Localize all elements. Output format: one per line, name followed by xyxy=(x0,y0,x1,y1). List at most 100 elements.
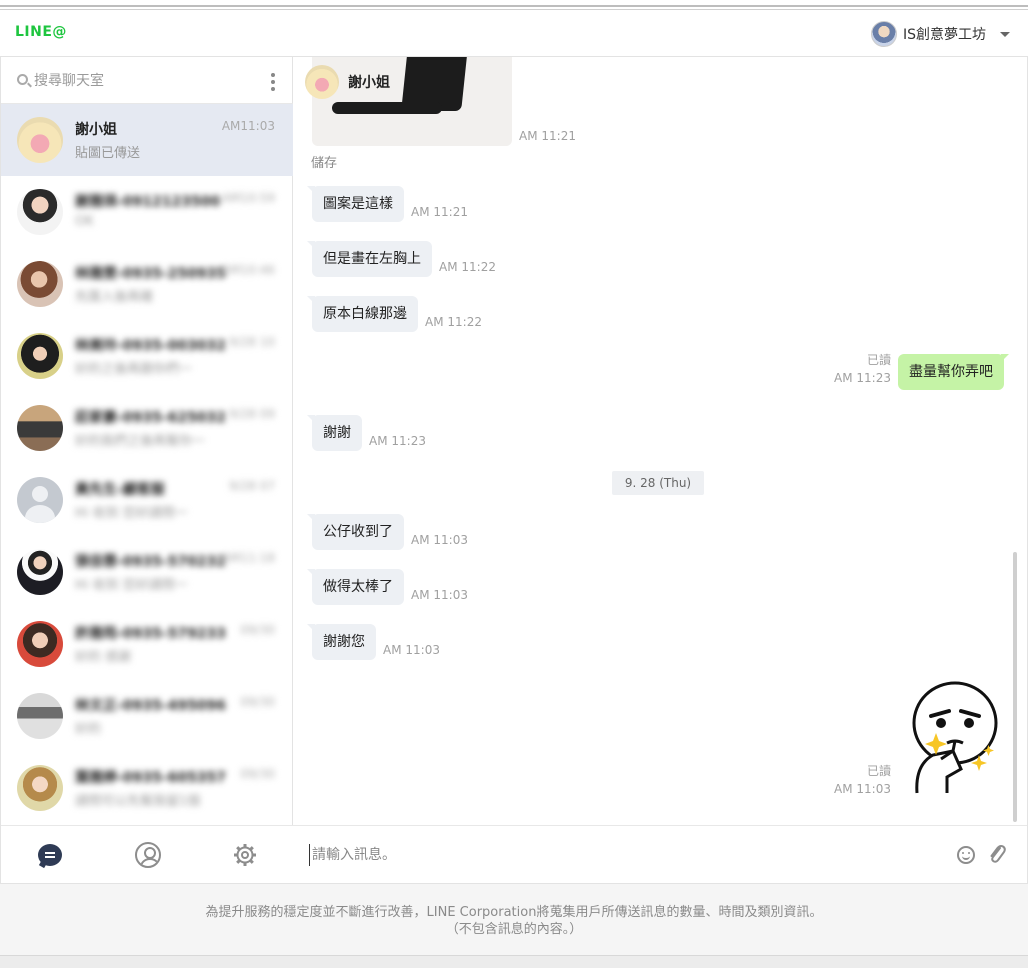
message-bubble[interactable]: 但是畫在左胸上 xyxy=(312,241,432,277)
chat-name: 林美玲-0935-003032 xyxy=(75,338,227,354)
chat-name: 謝雅琪-0912123500 xyxy=(75,194,221,210)
chat-list-item[interactable]: 莊家豪-0935-625032 好的我們之後再幫你一 9/28 09 xyxy=(1,392,293,464)
avatar xyxy=(17,189,63,235)
chat-time: 09/30 xyxy=(240,767,275,781)
chat-time: 09/30 xyxy=(240,623,275,637)
chat-list-item[interactable]: 葉雅婷-0935-605357 請問可以先幫我留1個 09/30 xyxy=(1,752,293,824)
line-at-window: LINE@ IS創意夢工坊 謝小姐 貼圖已傳送 AM11:03 謝雅琪-0912… xyxy=(0,0,1028,968)
message-bubble[interactable]: 原本白線那邊 xyxy=(312,296,418,332)
chevron-down-icon[interactable] xyxy=(1000,31,1010,37)
message-bubble[interactable]: 圖案是這樣 xyxy=(312,186,404,222)
message-time: AM 11:03 xyxy=(834,782,891,796)
avatar xyxy=(17,261,63,307)
avatar xyxy=(17,621,63,667)
read-label: 已讀 xyxy=(866,353,891,367)
avatar xyxy=(17,765,63,811)
message-time: AM 11:22 xyxy=(425,315,482,329)
my-message-bubble[interactable]: 盡量幫你弄吧 xyxy=(898,354,1009,390)
app-header: LINE@ IS創意夢工坊 xyxy=(0,10,1028,57)
emoji-icon[interactable] xyxy=(957,846,975,864)
chat-time: AM11:18 xyxy=(221,551,275,565)
chat-name: 黃先生-顧客服 xyxy=(75,482,165,498)
chat-list-item[interactable]: 林雅雯-0935-250935 先匯入後再確 AM10:46 xyxy=(1,248,293,320)
chat-preview: 好的之後再跟你們一 xyxy=(75,362,193,377)
chat-nav-icon[interactable] xyxy=(38,844,62,866)
conversation-title: 謝小姐 xyxy=(348,75,390,91)
conversation-header: 謝小姐 xyxy=(305,65,390,99)
save-link[interactable]: 儲存 xyxy=(311,152,337,171)
account-name: IS創意夢工坊 xyxy=(902,27,986,43)
message-time: AM 11:03 xyxy=(411,533,468,547)
message-time: AM 11:23 xyxy=(834,371,891,385)
chat-preview: 貼圖已傳送 xyxy=(75,146,141,161)
message-bubble[interactable]: 謝謝您 xyxy=(312,624,376,660)
window-bottom-border xyxy=(0,955,1028,968)
chat-name: 許雅筠-0935-579233 xyxy=(75,626,227,642)
message-time: AM 11:03 xyxy=(411,588,468,602)
read-label: 已讀 xyxy=(866,764,891,778)
chat-list-item[interactable]: 林文正-0935-495096 好的 09/30 xyxy=(1,680,293,752)
message-time: AM 11:21 xyxy=(411,205,468,219)
message-area: 謝小姐 AM 11:21 儲存 圖案是這樣 AM 11:21 但是畫在左胸上 A… xyxy=(293,57,1027,825)
message-bubble[interactable]: 謝謝 xyxy=(312,415,362,451)
chat-preview: Hi 收到 您好請問一 xyxy=(75,506,188,521)
chat-name: 謝小姐 xyxy=(75,122,117,138)
chat-preview: 好的 xyxy=(75,722,102,737)
message-time: AM 11:23 xyxy=(369,434,426,448)
default-avatar-icon xyxy=(17,477,63,523)
privacy-notice: 為提升服務的穩定度並不斷進行改善，LINE Corporation將蒐集用戶所傳… xyxy=(0,883,1028,955)
chat-list-item[interactable]: 張佳蓉-0935-570232 Hi 收到 您好請問一 AM11:18 xyxy=(1,536,293,608)
message-input-bar xyxy=(293,825,1027,883)
avatar xyxy=(17,405,63,451)
chat-preview: 請問可以先幫我留1個 xyxy=(75,794,201,809)
friends-nav-icon[interactable] xyxy=(135,842,161,868)
message-scrollbar[interactable] xyxy=(1013,552,1017,822)
account-menu[interactable]: IS創意夢工坊 xyxy=(870,21,1010,47)
chat-search-bar xyxy=(1,57,293,104)
conversation-panel: 謝小姐 AM 11:21 儲存 圖案是這樣 AM 11:21 但是畫在左胸上 A… xyxy=(293,57,1028,883)
sidebar-nav xyxy=(1,825,293,883)
line-logo: LINE@ xyxy=(15,24,67,40)
chat-preview: 先匯入後再確 xyxy=(75,290,154,305)
message-time: AM 11:22 xyxy=(439,260,496,274)
message-time: AM 11:03 xyxy=(383,643,440,657)
avatar xyxy=(17,693,63,739)
message-bubble[interactable]: 做得太棒了 xyxy=(312,569,404,605)
privacy-notice-line: （不包含訊息的內容。） xyxy=(445,922,583,937)
chat-preview: 好的我們之後再幫你一 xyxy=(75,434,206,449)
avatar xyxy=(305,65,339,99)
paperclip-icon[interactable] xyxy=(987,843,1007,865)
read-receipt: 已讀 AM 11:03 xyxy=(813,762,891,798)
window-top-border xyxy=(0,0,1028,10)
account-avatar xyxy=(870,21,897,47)
gear-icon[interactable] xyxy=(233,843,257,867)
chat-sidebar: 謝小姐 貼圖已傳送 AM11:03 謝雅琪-0912123500 OK AM10… xyxy=(0,57,293,883)
privacy-notice-line: 為提升服務的穩定度並不斷進行改善，LINE Corporation將蒐集用戶所傳… xyxy=(205,905,823,920)
sticker-message[interactable] xyxy=(903,681,1003,799)
message-bubble[interactable]: 公仔收到了 xyxy=(312,514,404,550)
chat-time: 9/28 07 xyxy=(228,479,275,493)
search-icon xyxy=(17,74,28,85)
avatar xyxy=(17,333,63,379)
photo-content xyxy=(332,102,442,114)
chat-list-item[interactable]: 謝雅琪-0912123500 OK AM10:59 xyxy=(1,176,293,248)
chat-list-item[interactable]: 謝小姐 貼圖已傳送 AM11:03 xyxy=(1,104,293,176)
chat-time: AM11:03 xyxy=(221,119,275,133)
chat-time: AM10:59 xyxy=(221,191,275,205)
avatar xyxy=(17,549,63,595)
chat-preview: OK xyxy=(75,214,94,229)
chat-list-item[interactable]: 許雅筠-0935-579233 好的 感謝 09/30 xyxy=(1,608,293,680)
message-input[interactable] xyxy=(309,844,909,866)
chat-list: 謝小姐 貼圖已傳送 AM11:03 謝雅琪-0912123500 OK AM10… xyxy=(1,104,293,825)
read-receipt: 已讀 AM 11:23 xyxy=(813,351,891,387)
date-divider: 9. 28 (Thu) xyxy=(612,471,704,495)
chat-name: 葉雅婷-0935-605357 xyxy=(75,770,227,786)
chat-name: 林文正-0935-495096 xyxy=(75,698,227,714)
chat-preview: Hi 收到 您好請問一 xyxy=(75,578,188,593)
chat-name: 張佳蓉-0935-570232 xyxy=(75,554,227,570)
chat-list-item[interactable]: 黃先生-顧客服 Hi 收到 您好請問一 9/28 07 xyxy=(1,464,293,536)
search-input[interactable] xyxy=(34,71,254,91)
more-options-icon[interactable] xyxy=(271,73,275,91)
chat-list-item[interactable]: 林美玲-0935-003032 好的之後再跟你們一 9/28 10 xyxy=(1,320,293,392)
chat-preview: 好的 感謝 xyxy=(75,650,132,665)
